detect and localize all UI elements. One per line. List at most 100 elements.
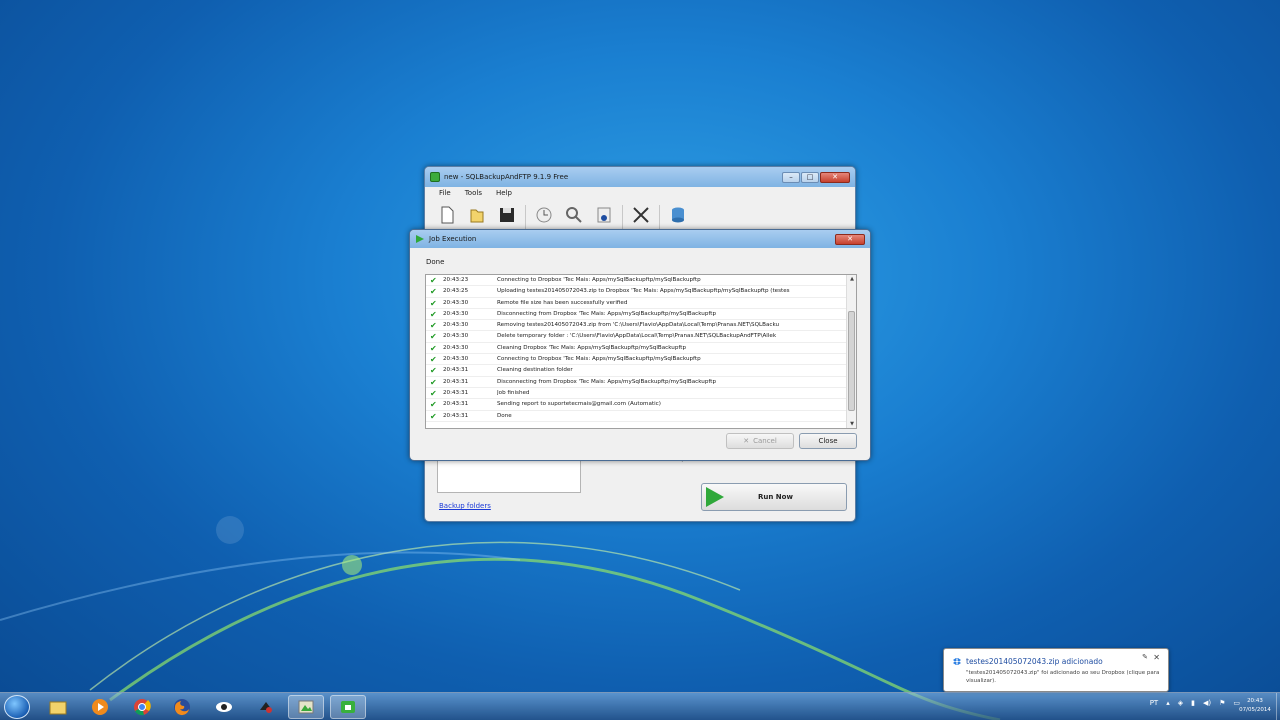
success-check-icon: ✔	[430, 287, 437, 297]
explorer-icon	[49, 701, 67, 715]
success-check-icon: ✔	[430, 366, 437, 376]
run-now-button[interactable]: Run Now	[701, 483, 847, 511]
taskbar-sqlbackup[interactable]	[288, 695, 324, 719]
close-button[interactable]: ✕	[820, 171, 850, 183]
pin-icon[interactable]: ✎	[1142, 653, 1148, 661]
media-player-icon	[92, 699, 108, 715]
log-button[interactable]	[562, 205, 586, 231]
play-icon	[706, 487, 724, 507]
taskbar-explorer[interactable]	[40, 695, 76, 719]
main-titlebar[interactable]: new - SQLBackupAndFTP 9.1.9 Free – □ ✕	[425, 167, 855, 187]
maximize-button[interactable]: □	[801, 171, 819, 183]
menu-help[interactable]: Help	[496, 189, 512, 199]
backups-button[interactable]	[592, 205, 616, 231]
log-icon	[566, 207, 582, 223]
cancel-button[interactable]: ✕ Cancel	[726, 433, 794, 449]
job-status: Done	[426, 258, 445, 266]
app-icon	[430, 172, 440, 182]
dropbox-tray-icon[interactable]: ◈	[1178, 699, 1183, 707]
log-row[interactable]: ✔ 20:43:30 Disconnecting from Dropbox 'Tec…	[426, 309, 856, 321]
log-time: 20:43:30	[443, 310, 469, 317]
toolbar-separator	[659, 205, 660, 229]
success-check-icon: ✔	[430, 332, 437, 342]
firefox-icon	[174, 699, 190, 716]
success-check-icon: ✔	[430, 343, 437, 353]
log-scrollbar[interactable]: ▲ ▼	[846, 275, 856, 428]
chrome-icon	[134, 699, 151, 716]
new-button[interactable]	[435, 205, 459, 231]
taskbar-chrome[interactable]	[124, 695, 160, 719]
dropbox-icon	[953, 658, 961, 665]
log-row[interactable]: ✔ 20:43:31 Sending report to suportetecmai…	[426, 399, 856, 411]
log-rows: ✔ 20:43:23 Connecting to Dropbox 'Tec Mais…	[426, 275, 856, 422]
taskbar-firefox[interactable]	[164, 695, 200, 719]
scroll-down-icon[interactable]: ▼	[847, 421, 856, 427]
start-button[interactable]	[4, 695, 30, 719]
log-time: 20:43:31	[443, 389, 469, 396]
log-row[interactable]: ✔ 20:43:31 Job finished	[426, 388, 856, 400]
job-execution-dialog: Job Execution ✕ Done ✔ 20:43:23 Connecting…	[409, 229, 871, 461]
backups-icon	[597, 207, 611, 223]
log-time: 20:43:30	[443, 322, 469, 329]
menu-file[interactable]: File	[439, 189, 451, 199]
app-eye-icon	[216, 702, 232, 712]
job-dialog-title: Job Execution	[429, 235, 477, 243]
log-row[interactable]: ✔ 20:43:30 Connecting to Dropbox 'Tec Mais…	[426, 354, 856, 366]
log-row[interactable]: ✔ 20:43:25 Uploading testes201405072043.zi…	[426, 286, 856, 298]
log-row[interactable]: ✔ 20:43:30 Removing testes201405072043.zip…	[426, 320, 856, 332]
job-icon	[416, 235, 424, 243]
success-check-icon: ✔	[430, 298, 437, 308]
log-row[interactable]: ✔ 20:43:30 Cleaning Dropbox 'Tec Mais: App…	[426, 343, 856, 355]
toolbar-separator	[622, 205, 623, 229]
log-message: Cleaning destination folder	[497, 367, 573, 374]
cancel-icon: ✕	[743, 437, 750, 445]
taskbar-app-tool[interactable]	[248, 695, 284, 719]
taskbar-sqlbackup-active[interactable]	[330, 695, 366, 719]
log-row[interactable]: ✔ 20:43:30 Remote file size has been succe…	[426, 298, 856, 309]
close-label: Close	[818, 437, 838, 445]
volume-icon[interactable]: ◀)	[1203, 699, 1211, 707]
success-check-icon: ✔	[430, 321, 437, 331]
menu-tools[interactable]: Tools	[465, 189, 482, 199]
settings-tools-icon	[633, 207, 649, 223]
dropbox-notification[interactable]: testes201405072043.zip adicionado "teste…	[943, 648, 1169, 692]
execution-log[interactable]: ✔ 20:43:23 Connecting to Dropbox 'Tec Mais…	[425, 274, 857, 429]
open-button[interactable]	[465, 205, 489, 231]
show-desktop-button[interactable]	[1276, 693, 1280, 720]
main-window-title: new - SQLBackupAndFTP 9.1.9 Free	[444, 173, 569, 181]
action-center-icon[interactable]: ⚑	[1219, 699, 1225, 707]
backup-folders-link[interactable]: Backup folders	[439, 502, 491, 510]
job-titlebar[interactable]: Job Execution ✕	[410, 230, 870, 248]
taskbar-app-eye[interactable]	[206, 695, 242, 719]
log-row[interactable]: ✔ 20:43:31 Cleaning destination folder	[426, 365, 856, 377]
database-button[interactable]	[666, 205, 690, 231]
notification-close-icon[interactable]: ✕	[1153, 653, 1160, 662]
success-check-icon: ✔	[430, 388, 437, 398]
log-message: Removing testes201405072043.zip from 'C:…	[497, 322, 780, 329]
job-close-button[interactable]: ✕	[835, 233, 865, 245]
language-indicator[interactable]: PT	[1150, 699, 1159, 707]
tools-button[interactable]	[629, 205, 653, 231]
minimize-button[interactable]: –	[782, 171, 800, 183]
open-icon	[470, 209, 484, 223]
success-check-icon: ✔	[430, 377, 437, 387]
save-button[interactable]	[495, 205, 519, 231]
close-dialog-button[interactable]: Close	[799, 433, 857, 449]
network-icon[interactable]: ▮	[1191, 699, 1195, 707]
tray-expand-icon[interactable]: ▴	[1166, 699, 1170, 707]
log-row[interactable]: ✔ 20:43:31 Done	[426, 411, 856, 422]
scroll-up-icon[interactable]: ▲	[847, 276, 856, 282]
log-row[interactable]: ✔ 20:43:31 Disconnecting from Dropbox 'Tec…	[426, 377, 856, 388]
log-message: Done	[497, 412, 512, 419]
taskbar-media-player[interactable]	[82, 695, 118, 719]
log-row[interactable]: ✔ 20:43:23 Connecting to Dropbox 'Tec Mais…	[426, 275, 856, 287]
log-time: 20:43:31	[443, 367, 469, 374]
log-time: 20:43:25	[443, 288, 469, 295]
log-row[interactable]: ✔ 20:43:30 Delete temporary folder : 'C:\U…	[426, 331, 856, 343]
schedule-icon	[536, 207, 552, 223]
clock[interactable]: 20:43 07/05/2014	[1236, 697, 1274, 715]
schedule-button[interactable]	[532, 205, 556, 231]
scroll-thumb[interactable]	[848, 311, 855, 411]
log-time: 20:43:23	[443, 277, 469, 283]
database-icon	[672, 207, 684, 223]
